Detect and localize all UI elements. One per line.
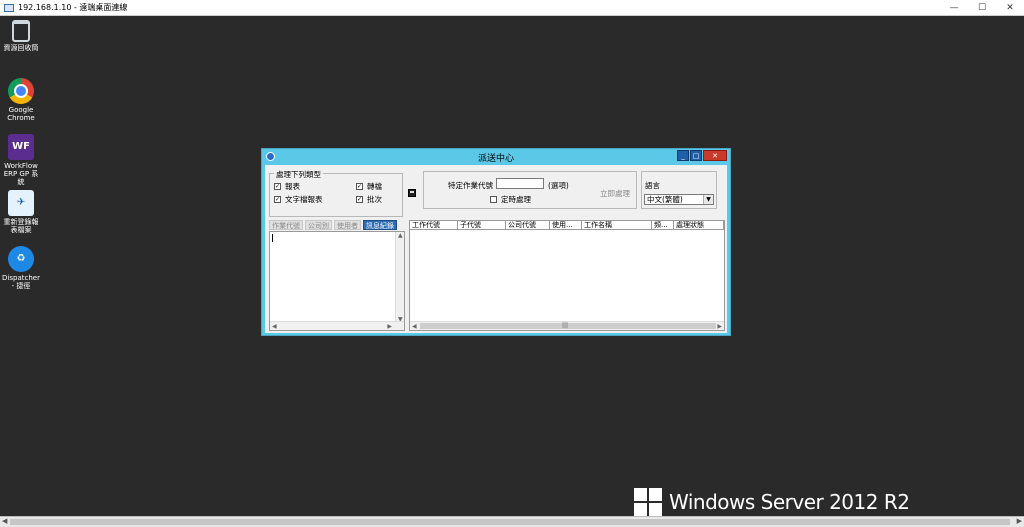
job-group: 特定作業代號 (選項) 定時處理 立即處理 [423,171,637,209]
grid-col-job-name[interactable]: 工作名稱 [582,221,652,230]
tab-job-code[interactable]: 作業代號 [269,220,303,230]
tab-user[interactable]: 使用者 [334,220,361,230]
desktop-icon-chrome[interactable]: Google Chrome [2,78,40,122]
desktop-icon-label: 重新登錄報表檔案 [3,218,39,234]
language-select[interactable]: 中文(繁體) ▼ [644,194,714,205]
report-icon: ✈ [8,190,34,216]
language-group: 語言 中文(繁體) ▼ [641,171,717,209]
desktop-icon-label: 資源回收筒 [3,44,39,52]
tab-company[interactable]: 公司別 [305,220,332,230]
language-legend: 語言 [645,181,660,190]
log-horizontal-scrollbar[interactable]: ◀ ▶ [270,321,404,330]
process-type-legend: 處理下列類型 [274,169,323,180]
desktop-icon-report[interactable]: ✈ 重新登錄報表檔案 [2,190,40,234]
os-brand-text: Windows Server 2012 R2 [669,490,910,514]
grid-col-company-code[interactable]: 公司代號 [506,221,550,230]
process-type-group: 處理下列類型 ✓ 報表 ✓ 文字檔報表 ✓ 轉檔 ✓ 批次 [269,169,403,217]
dispatch-center-window: 派送中心 _ □ ✕ 處理下列類型 ✓ 報表 ✓ 文字檔報表 ✓ 轉檔 ✓ 批次… [261,148,731,336]
check-icon: ✓ [356,195,363,203]
specific-job-input[interactable] [496,178,544,189]
run-now-button[interactable]: 立即處理 [600,188,630,199]
dispatcher-icon: ♻ [8,246,34,272]
app-minimize-button[interactable]: _ [677,150,689,161]
desktop-icon-label: Dispatcher - 捷徑 [2,274,40,290]
checkbox-convert[interactable]: ✓ 轉檔 [356,181,382,192]
checkbox-batch[interactable]: ✓ 批次 [356,194,382,205]
rdp-horizontal-scrollbar[interactable]: ◀ ▶ [0,516,1024,527]
chevron-down-icon[interactable]: ▼ [703,195,713,204]
grid-col-frequency[interactable]: 頻... [652,221,674,230]
checkbox-report[interactable]: ✓ 報表 [274,181,300,192]
specific-job-label: 特定作業代號 [448,181,493,190]
log-vertical-scrollbar[interactable]: ▲ ▼ [395,232,404,323]
scroll-left-icon[interactable]: ◀ [412,323,417,330]
rdp-minimize-button[interactable]: — [940,0,968,16]
save-icon[interactable] [408,189,416,197]
app-body: 處理下列類型 ✓ 報表 ✓ 文字檔報表 ✓ 轉檔 ✓ 批次 特定作業代號 (選項… [265,165,727,333]
tab-message-log[interactable]: 訊息紀錄 [363,220,397,230]
rdp-close-button[interactable]: ✕ [996,0,1024,16]
job-grid[interactable]: 工作代號 子代號 公司代號 使用... 工作名稱 頻... 處理狀態 ◀ |||… [409,220,725,331]
optional-label: (選項) [548,181,569,190]
rdp-maximize-button[interactable]: ☐ [968,0,996,16]
chrome-icon [8,78,34,104]
desktop-icon-dispatcher[interactable]: ♻ Dispatcher - 捷徑 [2,246,40,290]
scroll-left-icon[interactable]: ◀ [272,323,277,330]
rdp-titlebar: 192.168.1.10 - 遠端桌面連線 — ☐ ✕ [0,0,1024,16]
desktop-icon-label: WorkFlow ERP GP 系統 [3,162,39,186]
check-icon: ✓ [356,182,363,190]
app-close-button[interactable]: ✕ [703,150,727,161]
check-icon: ✓ [274,182,281,190]
app-titlebar: 派送中心 _ □ ✕ [262,149,730,164]
checkbox-text-report[interactable]: ✓ 文字檔報表 [274,194,323,205]
windows-logo-icon [634,488,662,516]
recycle-bin-icon [12,20,30,42]
grid-col-job-code[interactable]: 工作代號 [410,221,458,230]
scroll-right-icon[interactable]: ▶ [387,323,392,330]
desktop-icon-label: Google Chrome [7,106,35,122]
check-icon: ✓ [274,195,281,203]
scroll-thumb[interactable] [10,519,1010,525]
checkbox-timed[interactable]: 定時處理 [490,194,531,205]
rdp-window-title: 192.168.1.10 - 遠端桌面連線 [18,3,128,12]
app-maximize-button[interactable]: □ [690,150,702,161]
tab-bar: 作業代號 公司別 使用者 訊息紀錄 [269,220,397,230]
scroll-grip-icon: ||| [562,322,569,329]
workflow-erp-icon: WF [8,134,34,160]
grid-col-user[interactable]: 使用... [550,221,582,230]
app-title: 派送中心 [477,154,514,164]
scroll-left-icon[interactable]: ◀ [2,517,7,525]
checkbox-empty [490,196,497,203]
scroll-up-icon[interactable]: ▲ [398,232,403,239]
remote-desktop-icon [4,3,14,12]
grid-header: 工作代號 子代號 公司代號 使用... 工作名稱 頻... 處理狀態 [410,221,724,230]
desktop-icon-workflow-erp[interactable]: WF WorkFlow ERP GP 系統 [2,134,40,186]
grid-horizontal-scrollbar[interactable]: ◀ ||| ▶ [410,321,724,330]
grid-col-status[interactable]: 處理狀態 [674,221,724,230]
message-log-pane[interactable]: ▲ ▼ ◀ ▶ [269,231,405,331]
scroll-right-icon[interactable]: ▶ [1017,517,1022,525]
desktop-icon-recycle-bin[interactable]: 資源回收筒 [2,20,40,52]
text-cursor [272,234,273,242]
grid-col-sub-code[interactable]: 子代號 [458,221,506,230]
scroll-right-icon[interactable]: ▶ [717,323,722,330]
